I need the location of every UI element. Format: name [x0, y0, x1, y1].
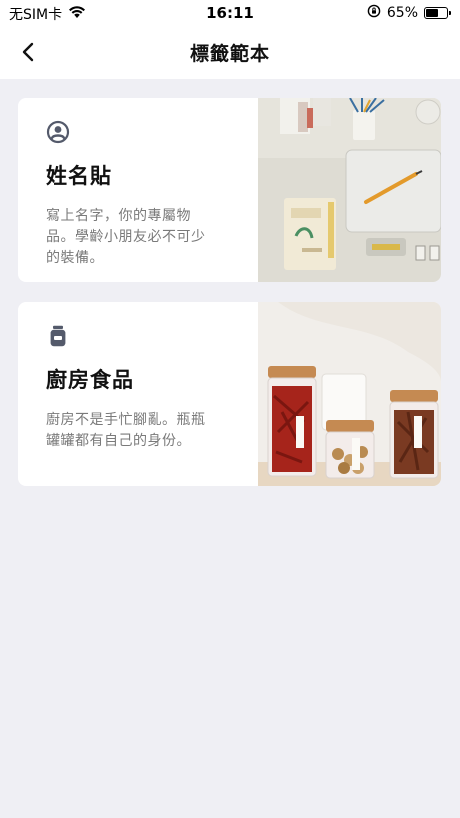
page-title: 標籤範本 [189, 43, 270, 65]
card-title: 姓名貼 [46, 164, 112, 188]
desk-photo [258, 98, 441, 282]
card-description: 廚房不是手忙腳亂。瓶瓶罐罐都有自己的身份。 [46, 412, 206, 449]
battery-icon [424, 7, 451, 19]
template-card-kitchen-food[interactable]: 廚房食品 廚房不是手忙腳亂。瓶瓶罐罐都有自己的身份。 [18, 302, 441, 486]
card-title: 廚房食品 [46, 368, 134, 392]
battery-percent: 65% [386, 5, 418, 21]
orientation-lock-icon [367, 4, 381, 22]
person-circle-icon [46, 120, 70, 144]
jar-icon [50, 325, 66, 347]
header: 无SIM卡 16:11 65% 標籤範本 [0, 0, 460, 79]
nav-bar: 標籤範本 [0, 28, 460, 76]
card-description: 寫上名字，你的專屬物品。學齡小朋友必不可少的裝備。 [46, 208, 206, 266]
status-right: 65% [367, 4, 451, 22]
kitchen-jars-photo [258, 302, 441, 486]
card-text: 廚房食品 廚房不是手忙腳亂。瓶瓶罐罐都有自己的身份。 [18, 302, 258, 486]
template-card-name-sticker[interactable]: 姓名貼 寫上名字，你的專屬物品。學齡小朋友必不可少的裝備。 [18, 98, 441, 282]
battery-fill [426, 9, 439, 17]
status-bar: 无SIM卡 16:11 65% [0, 0, 460, 28]
card-text: 姓名貼 寫上名字，你的專屬物品。學齡小朋友必不可少的裝備。 [18, 98, 258, 282]
